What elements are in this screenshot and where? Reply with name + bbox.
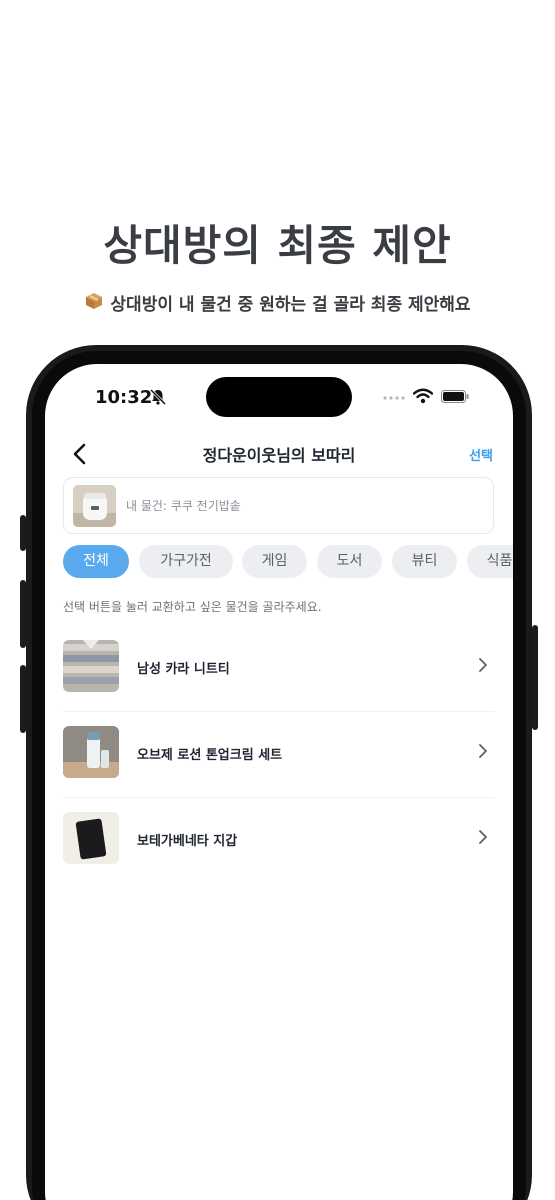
- instruction-text: 선택 버튼을 눌러 교환하고 싶은 물건을 골라주세요.: [63, 600, 322, 614]
- my-item-card[interactable]: 내 물건: 쿠쿠 전기밥솥: [63, 477, 494, 534]
- wifi-icon: [413, 388, 433, 404]
- category-chip-games[interactable]: 게임: [242, 545, 307, 578]
- my-item-label: 내 물건: 쿠쿠 전기밥솥: [126, 499, 241, 513]
- page-title: 정다운이웃님의 보따리: [202, 446, 356, 465]
- promo-subtitle-text: 상대방이 내 물건 중 원하는 걸 골라 최종 제안해요: [110, 295, 471, 315]
- chevron-right-icon: [479, 744, 487, 758]
- battery-icon: [441, 390, 469, 403]
- dynamic-island: [206, 377, 352, 417]
- category-chip-food[interactable]: 식품: [467, 545, 513, 578]
- list-item[interactable]: 오브제 로션 톤업크림 세트: [45, 711, 513, 797]
- lotion-set-thumbnail: [63, 726, 119, 778]
- promo-title: 상대방의 최종 제안: [103, 221, 452, 270]
- item-name: 오브제 로션 톤업크림 세트: [137, 748, 283, 763]
- knit-shirt-thumbnail: [63, 640, 119, 692]
- package-box-icon: [84, 292, 104, 315]
- chevron-right-icon: [479, 830, 487, 844]
- select-button[interactable]: 선택: [469, 445, 493, 464]
- phone-screen: 10:32 정다운이웃님의 보따리 선택 내 물건: 쿠쿠 전기밥솥 전체 가구…: [45, 364, 513, 1200]
- promo-subtitle: 상대방이 내 물건 중 원하는 걸 골라 최종 제안해요: [0, 290, 555, 315]
- signal-dots-icon: [383, 396, 405, 400]
- list-item[interactable]: 남성 카라 니트티: [45, 625, 513, 711]
- bell-muted-icon: [149, 388, 167, 406]
- category-tabs: 전체 가구가전 게임 도서 뷰티 식품: [63, 545, 513, 579]
- category-chip-furniture-appliances[interactable]: 가구가전: [139, 545, 233, 578]
- rice-cooker-thumbnail: [73, 485, 116, 527]
- category-chip-all[interactable]: 전체: [63, 545, 129, 578]
- item-name: 보테가베네타 지갑: [137, 834, 238, 849]
- wallet-thumbnail: [63, 812, 119, 864]
- item-name: 남성 카라 니트티: [137, 662, 230, 677]
- chevron-right-icon: [479, 658, 487, 672]
- phone-power-button: [532, 625, 538, 730]
- category-chip-books[interactable]: 도서: [317, 545, 382, 578]
- status-time: 10:32: [95, 387, 153, 408]
- list-item[interactable]: 보테가베네타 지갑: [45, 797, 513, 883]
- category-chip-beauty[interactable]: 뷰티: [392, 545, 457, 578]
